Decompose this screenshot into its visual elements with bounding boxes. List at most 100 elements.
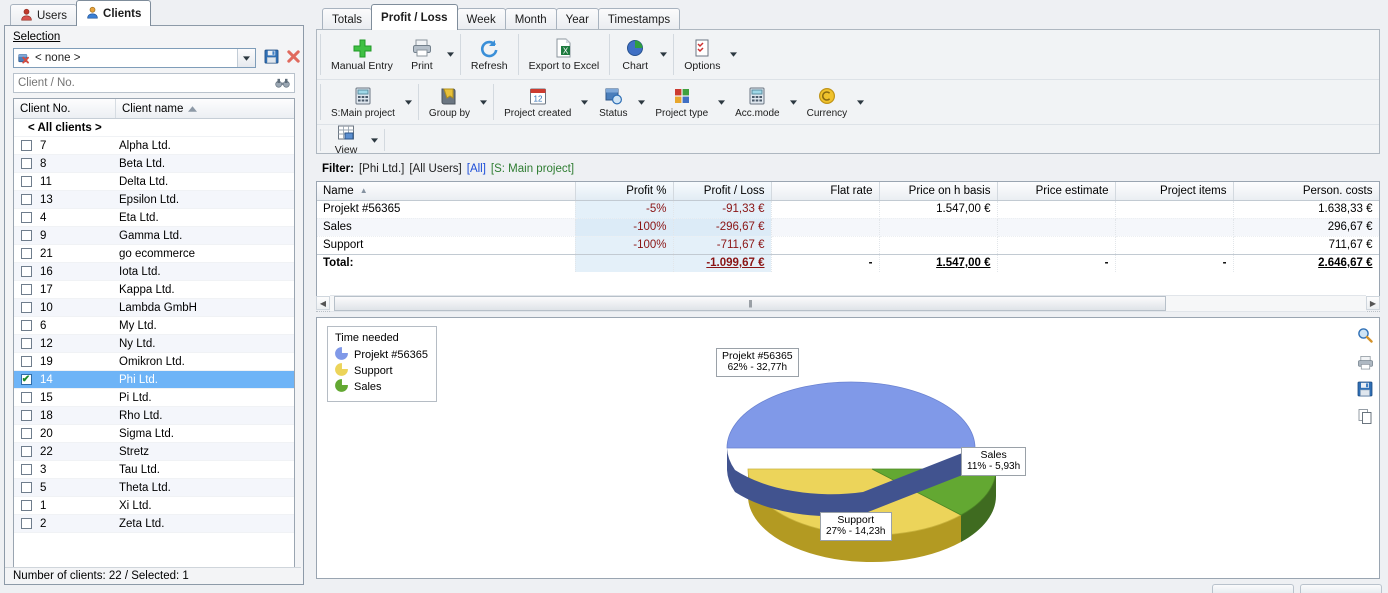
filter-part[interactable]: [All Users] [409, 163, 461, 175]
bottom-button-right[interactable] [1300, 584, 1382, 593]
filter-part[interactable]: [All] [467, 163, 486, 175]
save-icon[interactable] [1355, 380, 1375, 398]
client-row-checkbox[interactable] [14, 284, 38, 295]
toolbar-button-export-to-excel[interactable]: XExport to Excel [522, 30, 607, 79]
toolbar-button-manual-entry[interactable]: Manual Entry [324, 30, 400, 79]
table-scroll-track[interactable]: ||| [330, 295, 1366, 312]
chevron-down-icon[interactable] [715, 80, 728, 124]
toolbar-button-project-created[interactable]: 12Project created [497, 80, 578, 124]
client-row-checkbox[interactable] [14, 428, 38, 439]
client-row-checkbox[interactable] [14, 320, 38, 331]
client-row-checkbox[interactable] [14, 518, 38, 529]
client-row-checkbox[interactable] [14, 230, 38, 241]
toolbar-button-s-main-project[interactable]: S:Main project [324, 80, 402, 124]
bottom-button-left[interactable] [1212, 584, 1294, 593]
client-row-checkbox[interactable] [14, 140, 38, 151]
toolbar-button-project-type[interactable]: Project type [648, 80, 715, 124]
tab-week[interactable]: Week [457, 8, 506, 30]
table-hscrollbar[interactable]: ◀ ||| ▶ [316, 295, 1380, 311]
tab-clients[interactable]: Clients [76, 0, 151, 26]
client-row-checkbox[interactable] [14, 302, 38, 313]
results-table-container[interactable]: Name▲Profit %Profit / LossFlat ratePrice… [316, 181, 1380, 306]
selection-combo[interactable]: < none > [13, 48, 256, 68]
chevron-down-icon[interactable] [727, 30, 740, 79]
chevron-down-icon[interactable] [787, 80, 800, 124]
column-header-price-on-h-basis[interactable]: Price on h basis [879, 182, 997, 200]
delete-selection-button[interactable] [283, 48, 303, 68]
table-scroll-right-button[interactable]: ▶ [1366, 296, 1380, 310]
toolbar-button-options[interactable]: Options [677, 30, 727, 79]
client-row-checkbox[interactable] [14, 482, 38, 493]
client-row-checkbox[interactable] [14, 446, 38, 457]
column-header-flat-rate[interactable]: Flat rate [771, 182, 879, 200]
client-search-row[interactable] [13, 73, 295, 93]
table-scroll-left-button[interactable]: ◀ [316, 296, 330, 310]
table-row[interactable]: Sales-100%-296,67 €296,67 € [317, 218, 1379, 236]
client-row[interactable]: 11Delta Ltd. [14, 173, 294, 191]
toolbar-button-chart[interactable]: Chart [613, 30, 657, 79]
client-row[interactable]: 12Ny Ltd. [14, 335, 294, 353]
tab-month[interactable]: Month [505, 8, 557, 30]
chevron-down-icon[interactable] [578, 80, 591, 124]
client-row[interactable]: 4Eta Ltd. [14, 209, 294, 227]
client-row[interactable]: 8Beta Ltd. [14, 155, 294, 173]
client-row-checkbox[interactable] [14, 500, 38, 511]
client-row[interactable]: 19Omikron Ltd. [14, 353, 294, 371]
client-row-checkbox[interactable] [14, 248, 38, 259]
client-row[interactable]: 18Rho Ltd. [14, 407, 294, 425]
client-row[interactable]: ✔14Phi Ltd. [14, 371, 294, 389]
client-row-checkbox[interactable] [14, 212, 38, 223]
magnifier-icon[interactable] [1355, 326, 1375, 344]
client-row[interactable]: 3Tau Ltd. [14, 461, 294, 479]
client-row-checkbox[interactable] [14, 338, 38, 349]
all-clients-row[interactable]: < All clients > [14, 119, 294, 137]
toolbar-button-status[interactable]: Status [591, 80, 635, 124]
column-header-project-items[interactable]: Project items [1115, 182, 1233, 200]
column-header-name[interactable]: Name▲ [317, 182, 575, 200]
client-row[interactable]: 22Stretz [14, 443, 294, 461]
tab-totals[interactable]: Totals [322, 8, 372, 30]
toolbar-button-view[interactable]: View [324, 125, 368, 155]
save-selection-button[interactable] [261, 48, 281, 68]
copy-icon[interactable] [1355, 407, 1375, 425]
column-header-profit-loss[interactable]: Profit / Loss [673, 182, 771, 200]
client-row[interactable]: 9Gamma Ltd. [14, 227, 294, 245]
client-row[interactable]: 13Epsilon Ltd. [14, 191, 294, 209]
client-row[interactable]: 5Theta Ltd. [14, 479, 294, 497]
client-row[interactable]: 20Sigma Ltd. [14, 425, 294, 443]
client-row-checkbox[interactable] [14, 266, 38, 277]
client-row-checkbox[interactable] [14, 392, 38, 403]
client-row-checkbox[interactable] [14, 194, 38, 205]
tab-profit-loss[interactable]: Profit / Loss [371, 4, 457, 30]
toolbar-button-group-by[interactable]: Group by [422, 80, 477, 124]
client-row[interactable]: 17Kappa Ltd. [14, 281, 294, 299]
toolbar-button-currency[interactable]: Currency [800, 80, 855, 124]
client-row[interactable]: 2Zeta Ltd. [14, 515, 294, 533]
chevron-down-icon[interactable] [402, 80, 415, 124]
toolbar-button-refresh[interactable]: Refresh [464, 30, 515, 79]
filter-part[interactable]: [S: Main project] [491, 163, 574, 175]
toolbar-button-print[interactable]: Print [400, 30, 444, 79]
chevron-down-icon[interactable] [635, 80, 648, 124]
chevron-down-icon[interactable] [657, 30, 670, 79]
table-row[interactable]: Support-100%-711,67 €711,67 € [317, 236, 1379, 254]
column-header-person-costs[interactable]: Person. costs [1233, 182, 1379, 200]
search-input[interactable] [14, 76, 270, 90]
table-scroll-thumb[interactable]: ||| [334, 296, 1166, 311]
client-row-checkbox[interactable] [14, 410, 38, 421]
column-header-profit[interactable]: Profit % [575, 182, 673, 200]
binoculars-icon[interactable] [270, 77, 294, 89]
client-row[interactable]: 7Alpha Ltd. [14, 137, 294, 155]
column-header-client-name[interactable]: Client name [116, 99, 294, 118]
clients-grid[interactable]: Client No. Client name < All clients > 7… [13, 98, 295, 568]
tab-users[interactable]: Users [10, 4, 77, 26]
chevron-down-icon[interactable] [444, 30, 457, 79]
table-row[interactable]: Projekt #56365-5%-91,33 €1.547,00 €1.638… [317, 200, 1379, 218]
client-row-checkbox[interactable] [14, 464, 38, 475]
chevron-down-icon[interactable] [368, 125, 381, 155]
client-row[interactable]: 21go ecommerce [14, 245, 294, 263]
client-row[interactable]: 16Iota Ltd. [14, 263, 294, 281]
tab-timestamps[interactable]: Timestamps [598, 8, 680, 30]
client-row-checkbox[interactable] [14, 176, 38, 187]
column-header-price-estimate[interactable]: Price estimate [997, 182, 1115, 200]
